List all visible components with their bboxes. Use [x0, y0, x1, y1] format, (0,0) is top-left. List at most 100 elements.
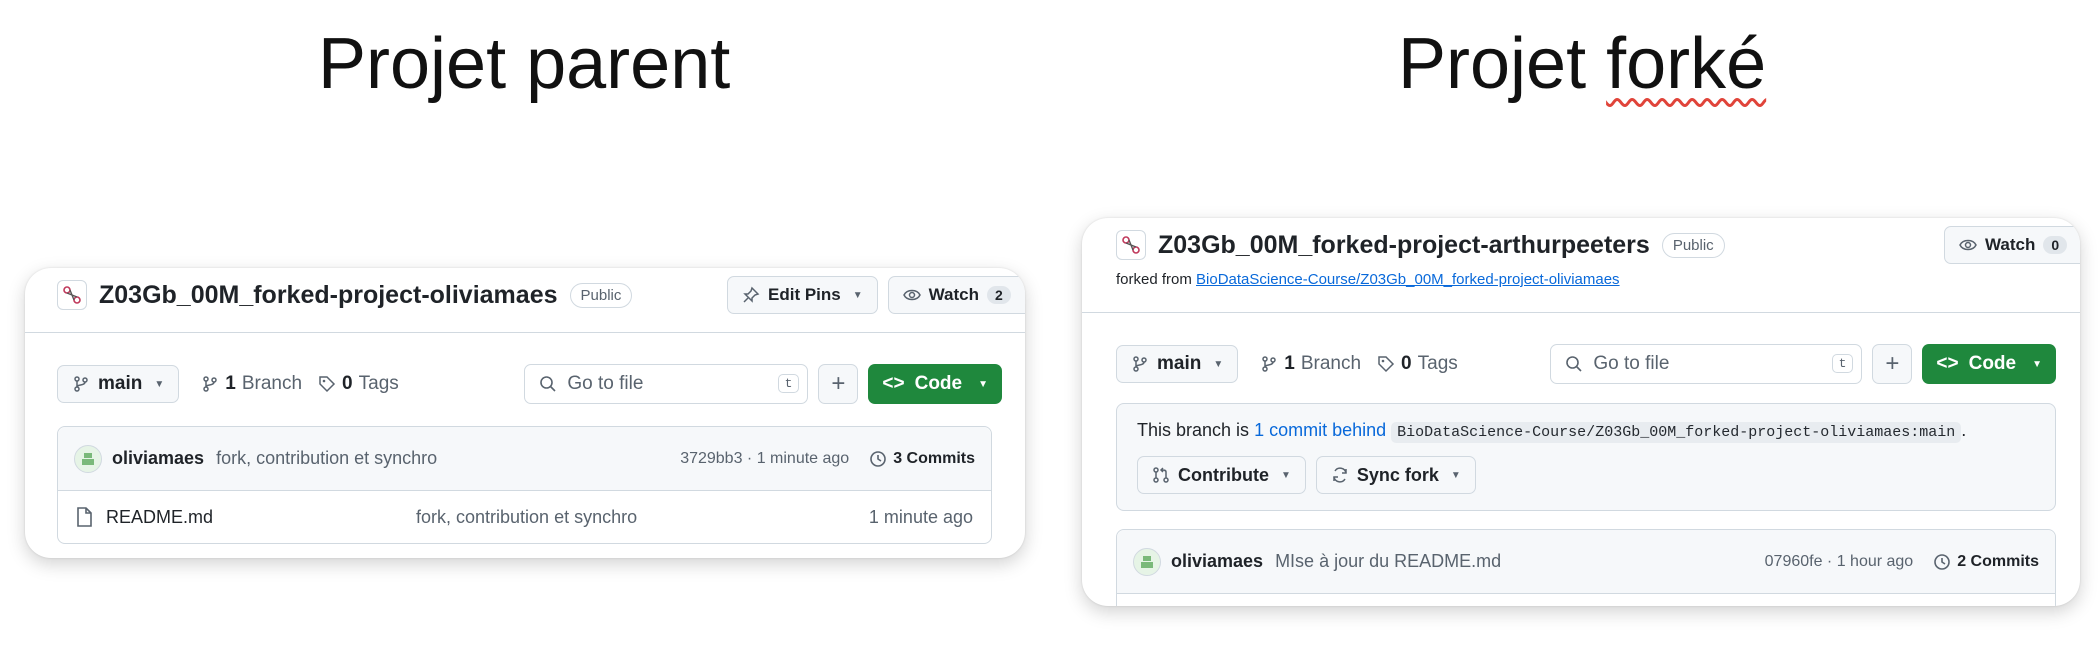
branch-status-prefix: This branch is: [1137, 420, 1250, 440]
forked-repo-card: Z03Gb_00M_forked-project-arthurpeeters P…: [1082, 218, 2080, 606]
commit-message[interactable]: fork, contribution et synchro: [216, 448, 680, 469]
upstream-ref: BioDataScience-Course/Z03Gb_00M_forked-p…: [1391, 422, 1962, 443]
branch-count: 1: [225, 373, 236, 394]
add-file-button[interactable]: +: [818, 364, 859, 404]
repo-name[interactable]: Z03Gb_00M_forked-project-arthurpeeters: [1158, 231, 1650, 260]
pull-request-icon: [1153, 467, 1169, 483]
watch-count: 2: [987, 286, 1011, 304]
history-icon: [1934, 553, 1951, 570]
branches-link[interactable]: 1 Branch: [201, 373, 302, 395]
header-divider: [1082, 312, 2080, 313]
watch-count: 0: [2043, 236, 2068, 254]
commits-history-link[interactable]: 3 Commits: [869, 450, 975, 468]
code-icon: <>: [882, 373, 905, 394]
commit-message[interactable]: MIse à jour du README.md: [1275, 551, 1765, 572]
avatar[interactable]: [1133, 547, 1161, 576]
parent-repo-actions: Edit Pins ▼ Watch 2 ▼: [727, 276, 1025, 314]
chevron-down-icon: ▼: [1450, 469, 1461, 481]
fork-actions: Contribute ▼ Sync fork ▼: [1137, 456, 1476, 494]
plus-icon: +: [1885, 350, 1900, 377]
file-name: README.md: [106, 506, 214, 527]
watch-button[interactable]: Watch 0 ▼: [1944, 226, 2080, 264]
watch-button[interactable]: Watch 2 ▼: [887, 276, 1025, 314]
file-icon: [77, 507, 92, 527]
forked-from-link[interactable]: BioDataScience-Course/Z03Gb_00M_forked-p…: [1196, 271, 1620, 288]
tags-link[interactable]: 0 Tags: [1377, 353, 1458, 375]
latest-commit-bar: oliviamaes fork, contribution et synchro…: [58, 427, 991, 491]
heading-forked-word-2: forké: [1606, 24, 1767, 104]
branch-name: main: [1157, 353, 1202, 374]
repo-logo-icon: [57, 280, 87, 310]
go-to-file-input[interactable]: Go to file t: [524, 364, 809, 404]
commit-hash-time[interactable]: 3729bb3 · 1 minute ago: [680, 450, 849, 468]
tags-link[interactable]: 0 Tags: [318, 373, 399, 395]
branch-status-box: This branch is 1 commit behind BioDataSc…: [1116, 403, 2056, 511]
git-branch-icon: [203, 376, 218, 392]
branch-label: Branch: [241, 373, 303, 394]
commits-history-link[interactable]: 2 Commits: [1933, 553, 2039, 571]
commits-behind-link[interactable]: 1 commit behind: [1254, 420, 1386, 440]
edit-pins-button[interactable]: Edit Pins ▼: [727, 276, 878, 314]
parent-repo-card: Z03Gb_00M_forked-project-oliviamaes Publ…: [25, 268, 1025, 558]
history-icon: [870, 450, 887, 467]
commit-author[interactable]: oliviamaes: [1171, 551, 1263, 572]
sync-icon: [1333, 467, 1347, 483]
chevron-down-icon: ▼: [852, 289, 863, 301]
code-icon: <>: [1936, 353, 1959, 374]
file-name-cell[interactable]: README.md: [76, 507, 416, 528]
parent-repo-header: Z03Gb_00M_forked-project-oliviamaes Publ…: [57, 280, 633, 310]
chevron-down-icon: ▼: [154, 378, 165, 390]
code-label: Code: [914, 373, 963, 394]
file-commit-message[interactable]: fork, contribution et synchro: [416, 507, 869, 528]
code-label: Code: [1968, 353, 2017, 374]
chevron-down-icon: ▼: [1023, 290, 1025, 301]
git-branch-icon: [1262, 356, 1277, 372]
go-to-file-input[interactable]: Go to file t: [1550, 344, 1863, 384]
visibility-badge: Public: [569, 282, 633, 308]
watch-label: Watch: [1985, 235, 2036, 254]
pin-icon: [743, 286, 760, 303]
search-icon: [1566, 356, 1582, 372]
branch-status-suffix: .: [1961, 420, 1967, 440]
branches-link[interactable]: 1 Branch: [1260, 353, 1361, 375]
latest-commit-bar: oliviamaes MIse à jour du README.md 0796…: [1117, 530, 2055, 594]
code-button[interactable]: <> Code ▼: [1922, 344, 2056, 384]
sync-fork-button[interactable]: Sync fork ▼: [1315, 456, 1476, 494]
avatar[interactable]: [74, 444, 102, 473]
add-file-button[interactable]: +: [1872, 344, 1913, 384]
tags-count: 0: [342, 373, 353, 394]
watch-label: Watch: [928, 285, 980, 304]
branch-selector[interactable]: main ▼: [1116, 345, 1239, 383]
contribute-button[interactable]: Contribute ▼: [1137, 456, 1306, 494]
branch-selector[interactable]: main ▼: [57, 365, 180, 403]
forked-repo-actions: Watch 0 ▼: [1944, 226, 2080, 264]
branch-status-text: This branch is 1 commit behind BioDataSc…: [1137, 420, 1967, 443]
chevron-down-icon: ▼: [2079, 240, 2080, 251]
tag-icon: [1378, 356, 1395, 373]
git-branch-icon: [74, 376, 88, 392]
commits-count: 2 Commits: [1957, 552, 2039, 570]
heading-parent-project: Projet parent: [318, 24, 731, 104]
chevron-down-icon: ▼: [978, 378, 988, 390]
edit-pins-label: Edit Pins: [768, 285, 841, 304]
commit-hash-time[interactable]: 07960fe · 1 hour ago: [1765, 553, 1914, 571]
branch-label: Branch: [1300, 353, 1362, 374]
commit-author[interactable]: oliviamaes: [112, 448, 204, 469]
branch-count: 1: [1284, 353, 1295, 374]
chevron-down-icon: ▼: [2032, 358, 2042, 370]
file-commit-time: 1 minute ago: [868, 506, 973, 527]
file-row[interactable]: README.md fork, contribution et synchro …: [58, 491, 991, 543]
eye-icon: [902, 289, 921, 301]
visibility-badge: Public: [1661, 232, 1725, 258]
repo-name[interactable]: Z03Gb_00M_forked-project-oliviamaes: [99, 281, 558, 310]
forked-repo-header: Z03Gb_00M_forked-project-arthurpeeters P…: [1116, 230, 1725, 260]
file-browser: oliviamaes fork, contribution et synchro…: [57, 426, 992, 544]
sync-fork-label: Sync fork: [1356, 464, 1439, 485]
keyboard-shortcut: t: [777, 374, 800, 393]
tag-icon: [319, 376, 336, 393]
chevron-down-icon: ▼: [1213, 358, 1224, 370]
keyboard-shortcut: t: [1831, 354, 1854, 373]
repo-toolbar: main ▼ 1 Branch 0 Tags Go to file t + <>…: [57, 364, 1002, 404]
code-button[interactable]: <> Code ▼: [868, 364, 1002, 404]
forked-from-line: forked from BioDataScience-Course/Z03Gb_…: [1116, 271, 1620, 288]
